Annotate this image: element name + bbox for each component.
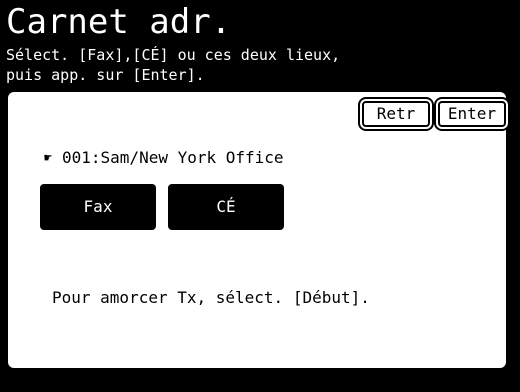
instruction-line-1: Sélect. [Fax],[CÉ] ou ces deux lieux, [6, 46, 341, 64]
retr-button[interactable]: Retr [362, 101, 430, 127]
instruction-line-2: puis app. sur [Enter]. [6, 66, 205, 84]
page-title: Carnet adr. [6, 2, 232, 42]
fax-button[interactable]: Fax [40, 184, 156, 230]
hand-pointer-icon: ☛ [44, 151, 52, 166]
address-entry: ☛ 001:Sam/New York Office [44, 148, 284, 169]
bottom-bar [0, 372, 520, 392]
address-entry-label: 001:Sam/New York Office [62, 148, 284, 167]
start-instruction-text: Pour amorcer Tx, sélect. [Début]. [52, 288, 370, 307]
address-book-panel: Retr Enter ☛ 001:Sam/New York Office Fax … [6, 90, 508, 370]
ce-button[interactable]: CÉ [168, 184, 284, 230]
enter-button[interactable]: Enter [438, 101, 506, 127]
